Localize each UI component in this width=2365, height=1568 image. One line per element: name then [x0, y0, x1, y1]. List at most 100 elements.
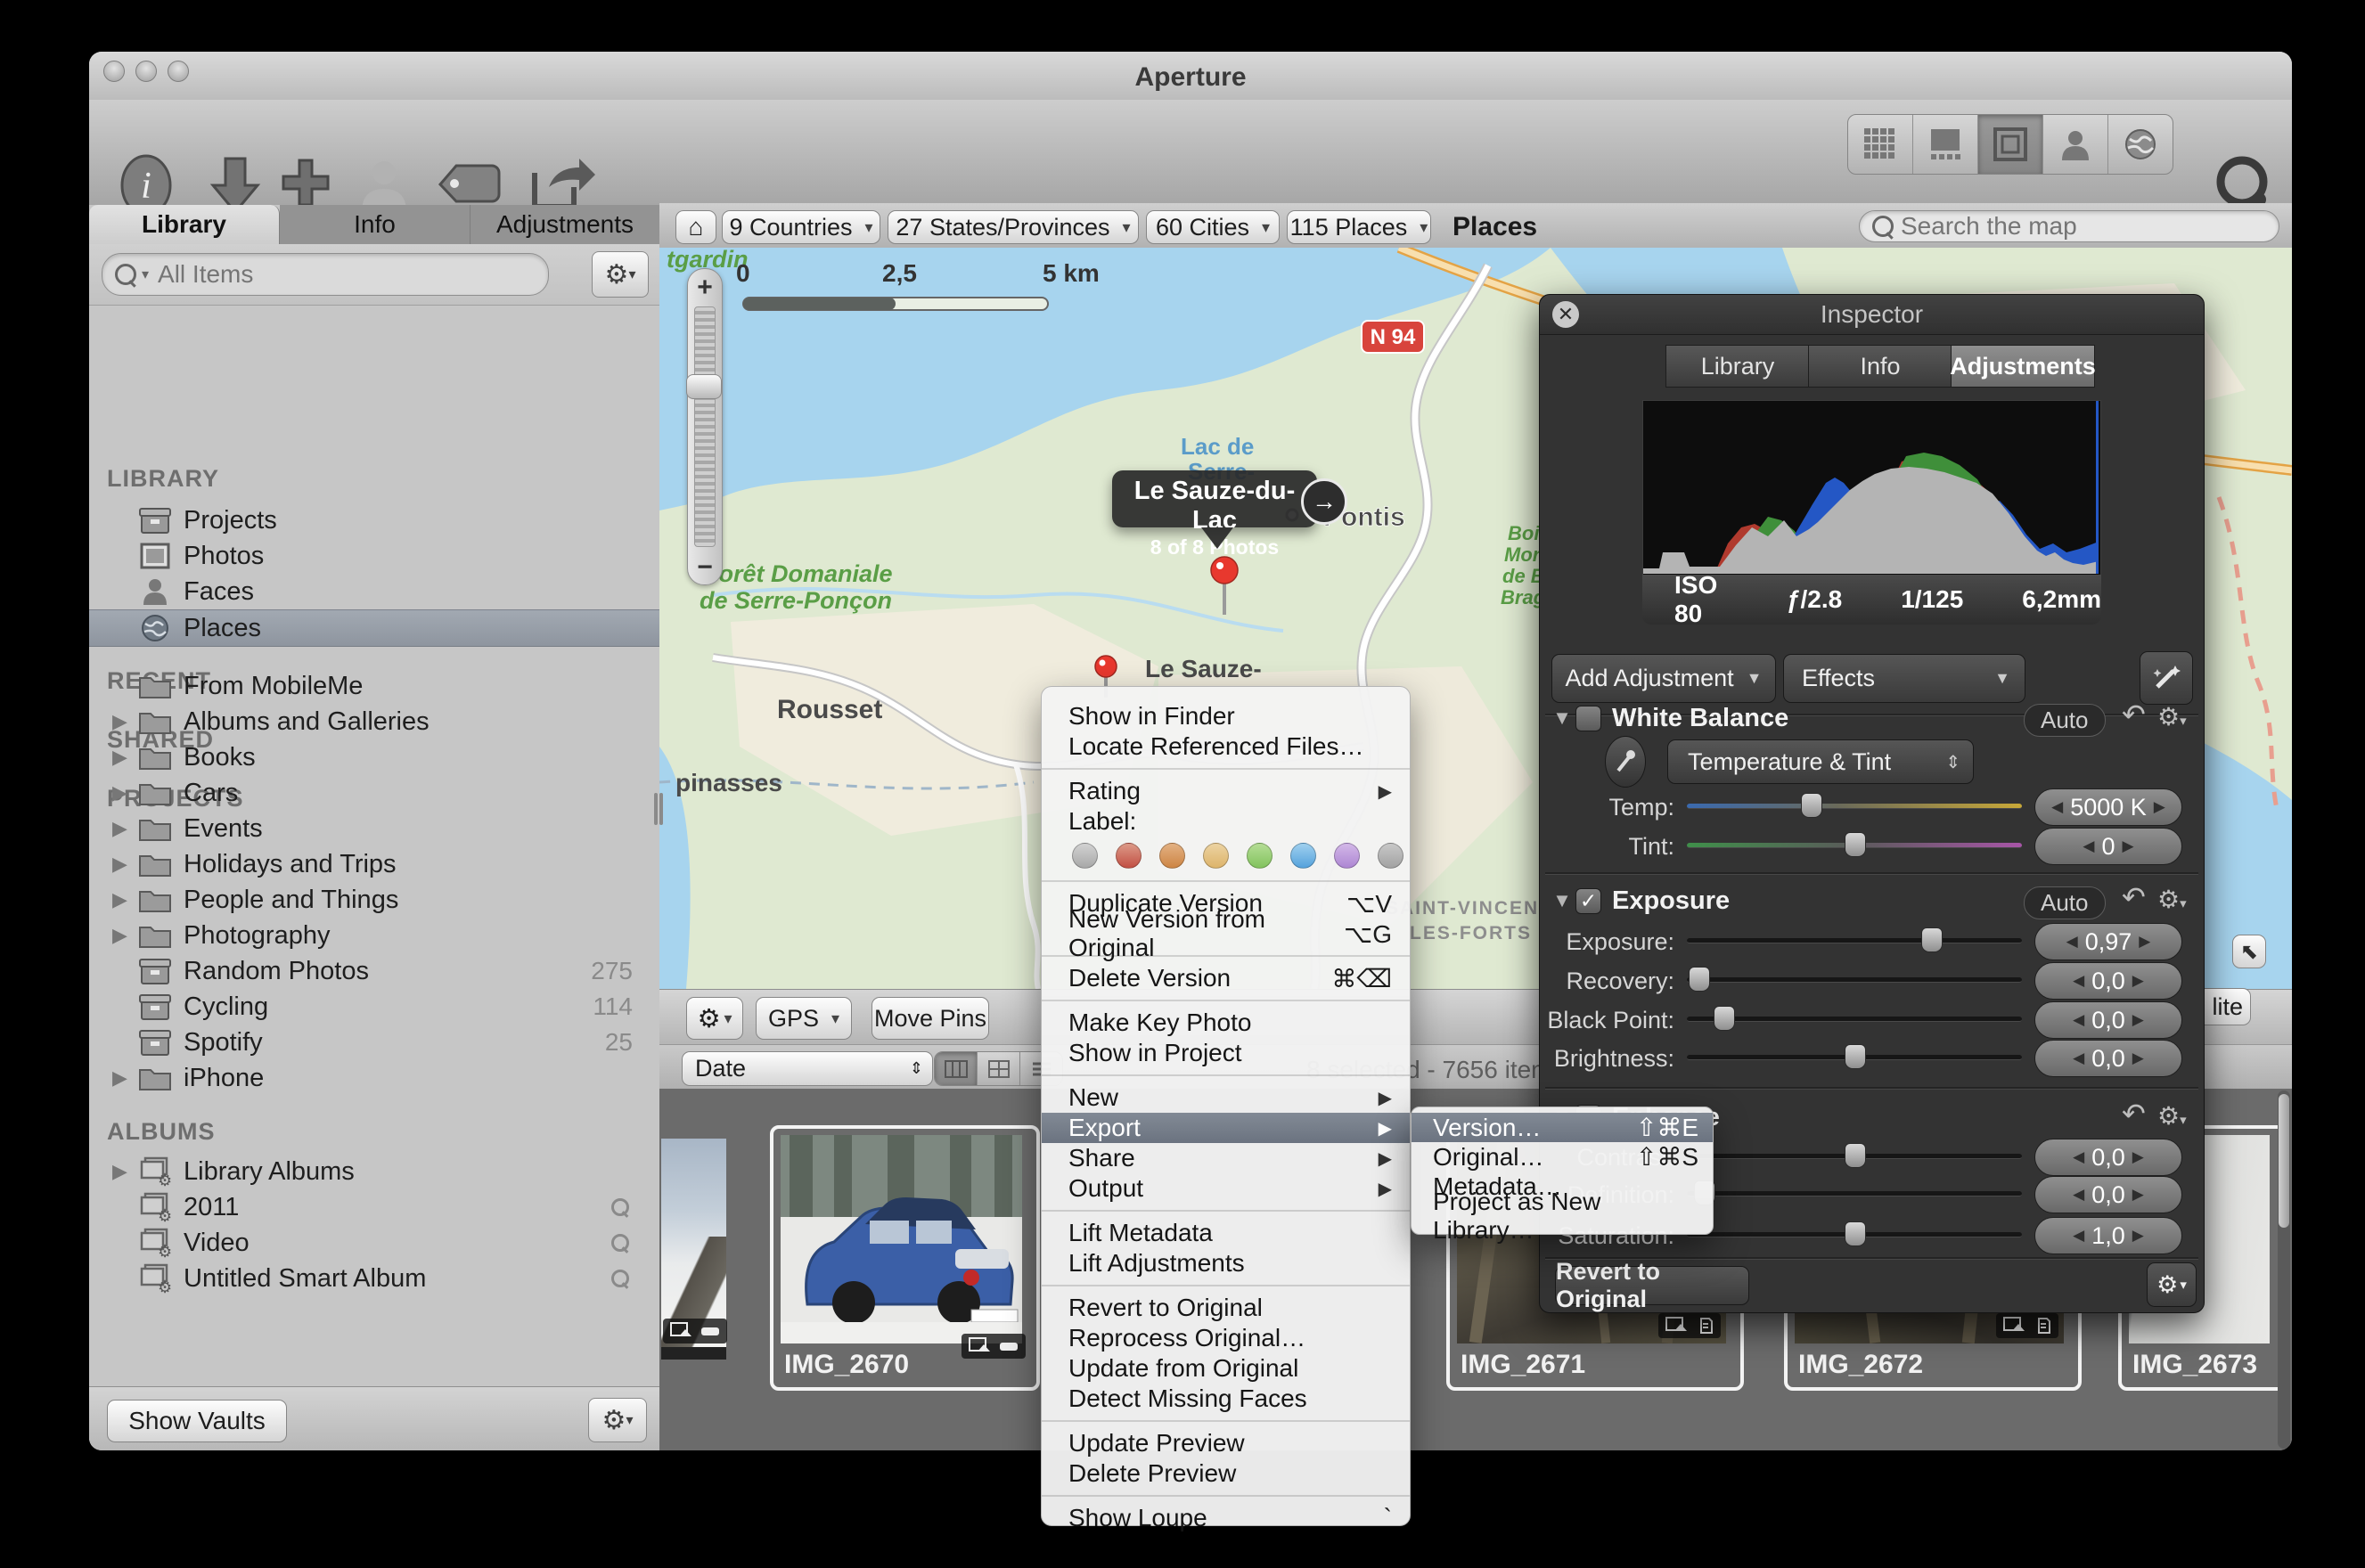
- temp-slider[interactable]: [1687, 804, 2022, 809]
- countries-dropdown[interactable]: 9 Countries▾: [722, 210, 880, 244]
- home-button[interactable]: ⌂: [675, 210, 716, 244]
- label-color-none[interactable]: [1072, 843, 1098, 869]
- place-callout[interactable]: Le Sauze-du-Lac 8 of 8 Photos: [1112, 470, 1317, 527]
- label-color-gray[interactable]: [1378, 843, 1403, 869]
- inspector-tab-adjustments[interactable]: Adjustments: [1951, 345, 2095, 388]
- add-adjustment-dropdown[interactable]: Add Adjustment▼: [1551, 654, 1776, 703]
- sidebar-item-untitled-smart-album[interactable]: ⚙ Untitled Smart Album: [89, 1261, 659, 1296]
- exposure-gear-icon[interactable]: ⚙▾: [2157, 885, 2187, 914]
- smart-album-search-icon[interactable]: [611, 1198, 629, 1216]
- menu-item-lift-metadata[interactable]: Lift Metadata: [1042, 1218, 1410, 1248]
- sidebar-item-library-albums[interactable]: ▶⚙ Library Albums: [89, 1154, 659, 1189]
- split-view-icon[interactable]: [1913, 115, 1978, 174]
- scrollbar-thumb[interactable]: [2279, 1094, 2289, 1228]
- filmstrip-scrollbar[interactable]: [2278, 1090, 2290, 1449]
- sidebar-item-video[interactable]: ⚙ Video: [89, 1225, 659, 1261]
- submenu-item-version[interactable]: Version…⇧⌘E: [1412, 1113, 1713, 1142]
- exposure-checkbox[interactable]: ✓: [1575, 888, 1601, 914]
- disclosure-icon[interactable]: ▶: [112, 888, 135, 911]
- zoom-in-icon[interactable]: +: [688, 273, 722, 303]
- places-view-icon[interactable]: [2108, 115, 2173, 174]
- exposure-undo-icon[interactable]: ↶: [2122, 880, 2146, 914]
- inspector-gear-button[interactable]: ⚙▾: [2147, 1262, 2197, 1307]
- menu-item-new-version-from-original[interactable]: New Version from Original⌥G: [1042, 919, 1410, 949]
- blackpoint-slider[interactable]: [1687, 1017, 2022, 1022]
- temp-value[interactable]: ◀5000 K▶: [2034, 788, 2182, 826]
- menu-item-make-key-photo[interactable]: Make Key Photo: [1042, 1008, 1410, 1038]
- tint-value[interactable]: ◀0▶: [2034, 828, 2182, 865]
- wb-gear-icon[interactable]: ⚙▾: [2157, 702, 2187, 731]
- contrast-slider[interactable]: [1687, 1154, 2022, 1159]
- wb-auto-button[interactable]: Auto: [2024, 704, 2106, 737]
- disclosure-icon[interactable]: ▶: [112, 781, 135, 804]
- cities-dropdown[interactable]: 60 Cities▾: [1146, 210, 1280, 244]
- places-dropdown[interactable]: 115 Places▾: [1287, 210, 1431, 244]
- blackpoint-value[interactable]: ◀0,0▶: [2034, 1001, 2182, 1039]
- auto-enhance-wand-icon[interactable]: [2140, 651, 2193, 705]
- smart-album-search-icon[interactable]: [611, 1234, 629, 1252]
- disclosure-icon[interactable]: ▶: [112, 710, 135, 733]
- revert-to-original-button[interactable]: Revert to Original: [1555, 1266, 1749, 1305]
- disclosure-icon[interactable]: ▶: [112, 746, 135, 769]
- zoom-out-icon[interactable]: −: [688, 552, 722, 583]
- menu-item-detect-missing-faces[interactable]: Detect Missing Faces: [1042, 1384, 1410, 1414]
- vaults-gear-button[interactable]: ⚙▾: [588, 1398, 647, 1442]
- menu-item-revert-to-original[interactable]: Revert to Original: [1042, 1293, 1410, 1323]
- menu-item-share[interactable]: Share▶: [1042, 1143, 1410, 1173]
- recovery-value[interactable]: ◀0,0▶: [2034, 962, 2182, 1000]
- callout-arrow-button[interactable]: →: [1301, 478, 1347, 525]
- sidebar-item-events[interactable]: ▶ Events: [89, 811, 659, 846]
- smart-album-search-icon[interactable]: [611, 1270, 629, 1287]
- fly-to-place-button[interactable]: ⬉: [2232, 935, 2266, 968]
- brightness-slider[interactable]: [1687, 1055, 2022, 1060]
- wb-checkbox[interactable]: [1575, 706, 1601, 731]
- sidebar-item-from-mobileme[interactable]: From MobileMe: [89, 668, 659, 704]
- sidebar-item-people-things[interactable]: ▶ People and Things: [89, 882, 659, 918]
- sidebar-item-photography[interactable]: ▶ Photography: [89, 918, 659, 953]
- wb-eyedropper-icon[interactable]: [1605, 736, 1646, 788]
- map-zoom-slider[interactable]: + −: [687, 268, 723, 585]
- definition-value[interactable]: ◀0,0▶: [2034, 1176, 2182, 1213]
- disclosure-icon[interactable]: ▶: [112, 924, 135, 947]
- menu-item-lift-adjustments[interactable]: Lift Adjustments: [1042, 1248, 1410, 1278]
- disclosure-icon[interactable]: ▶: [112, 853, 135, 876]
- recovery-slider[interactable]: [1687, 977, 2022, 983]
- gps-button[interactable]: GPS▾: [756, 997, 852, 1040]
- disclosure-icon[interactable]: ▶: [112, 817, 135, 840]
- menu-item-delete-version[interactable]: Delete Version⌘⌫: [1042, 963, 1410, 993]
- menu-item-output[interactable]: Output▶: [1042, 1173, 1410, 1204]
- grid-browser-icon[interactable]: [978, 1052, 1020, 1085]
- exposure-value[interactable]: ◀0,97▶: [2034, 923, 2182, 960]
- menu-item-reprocess-original[interactable]: Reprocess Original…: [1042, 1323, 1410, 1353]
- filmstrip-view-icon[interactable]: [935, 1052, 978, 1085]
- enhance-gear-icon[interactable]: ⚙▾: [2157, 1101, 2187, 1131]
- saturation-slider[interactable]: [1687, 1232, 2022, 1237]
- menu-item-new[interactable]: New▶: [1042, 1082, 1410, 1113]
- sidebar-item-albums-galleries[interactable]: ▶ Albums and Galleries: [89, 704, 659, 739]
- label-color-red[interactable]: [1116, 843, 1142, 869]
- label-color-blue[interactable]: [1290, 843, 1316, 869]
- exposure-disclosure-icon[interactable]: ▼: [1549, 889, 1575, 912]
- tint-slider[interactable]: [1687, 843, 2022, 848]
- menu-item-show-in-finder[interactable]: Show in Finder: [1042, 701, 1410, 731]
- label-color-purple[interactable]: [1334, 843, 1360, 869]
- map-search-field[interactable]: [1859, 210, 2279, 242]
- sidebar-item-iphone[interactable]: ▶ iPhone: [89, 1060, 659, 1096]
- label-color-orange[interactable]: [1159, 843, 1185, 869]
- inspector-title-bar[interactable]: Inspector: [1540, 295, 2204, 335]
- menu-item-show-in-project[interactable]: Show in Project: [1042, 1038, 1410, 1068]
- viewer-view-icon[interactable]: [1978, 115, 2043, 174]
- wb-disclosure-icon[interactable]: ▼: [1549, 706, 1575, 730]
- wb-preset-dropdown[interactable]: Temperature & Tint⇕: [1667, 739, 1974, 784]
- sidebar-item-holidays[interactable]: ▶ Holidays and Trips: [89, 846, 659, 882]
- map-search-input[interactable]: [1899, 211, 2196, 241]
- inspector-tab-info[interactable]: Info: [1808, 345, 1952, 388]
- disclosure-icon[interactable]: ▶: [112, 1160, 135, 1183]
- saturation-value[interactable]: ◀1,0▶: [2034, 1217, 2182, 1254]
- effects-dropdown[interactable]: Effects▼: [1783, 654, 2025, 703]
- menu-item-rating[interactable]: Rating▶: [1042, 776, 1410, 806]
- brightness-value[interactable]: ◀0,0▶: [2034, 1040, 2182, 1077]
- menu-item-update-from-original[interactable]: Update from Original: [1042, 1353, 1410, 1384]
- move-pins-button[interactable]: Move Pins: [872, 997, 989, 1040]
- menu-item-update-preview[interactable]: Update Preview: [1042, 1428, 1410, 1458]
